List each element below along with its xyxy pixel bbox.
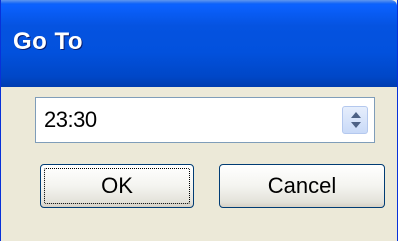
dialog-title: Go To [13,28,84,55]
spin-up-icon[interactable] [351,112,361,118]
title-bar[interactable]: Go To [1,0,397,87]
spin-down-icon[interactable] [351,122,361,128]
spin-buttons[interactable] [342,106,368,134]
time-value[interactable]: 23:30 [44,107,97,133]
time-spin-field[interactable]: 23:30 [35,97,375,143]
go-to-dialog: Go To 23:30 OK Cancel [0,0,398,241]
dialog-body: 23:30 OK Cancel [1,87,397,241]
cancel-button[interactable]: Cancel [219,164,385,208]
ok-button[interactable]: OK [40,164,194,208]
